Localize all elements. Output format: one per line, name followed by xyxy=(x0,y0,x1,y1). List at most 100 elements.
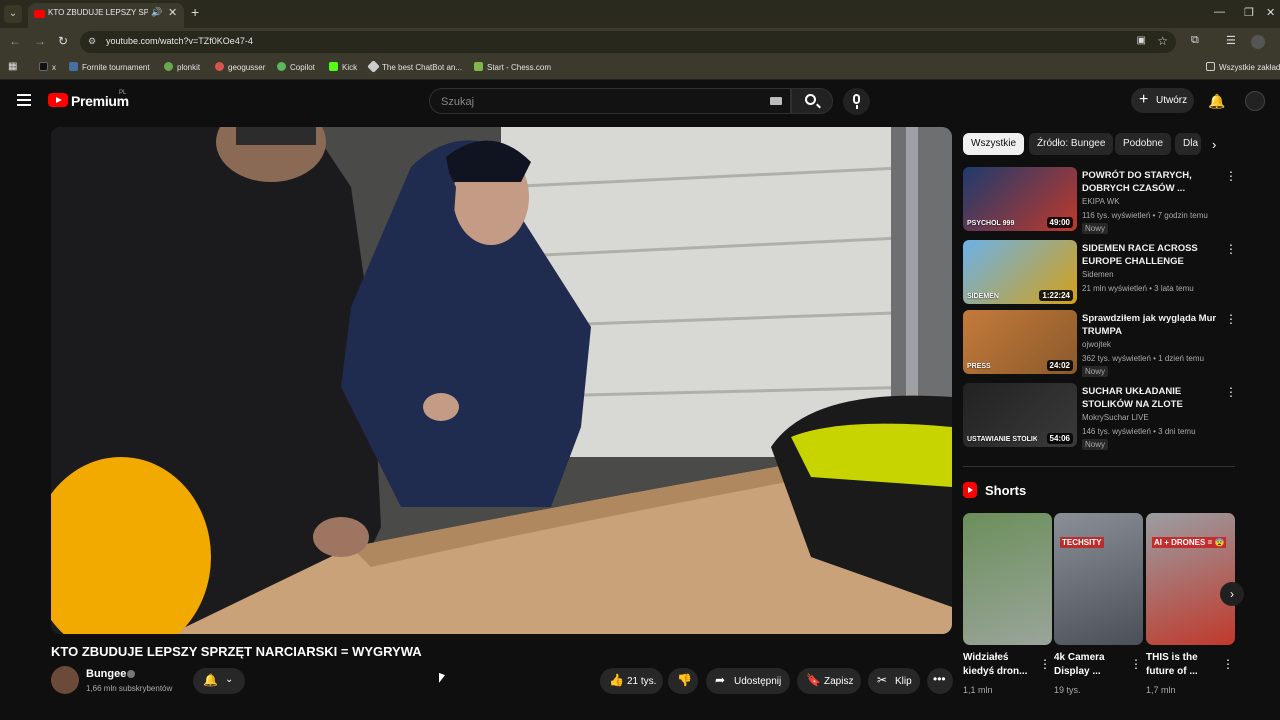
recommendation-title[interactable]: SUCHAR UKŁADANIE STOLIKÓW NA ZLOTE ANTOS… xyxy=(1082,385,1222,411)
recommendation-item[interactable]: USTAWIANIE STOLIKÓW NA ZLOTE AN 54:06 SUCH… xyxy=(963,383,1237,450)
forward-arrow-icon[interactable]: → xyxy=(34,34,46,48)
subscription-notifications-button[interactable]: 🔔 ⌄ xyxy=(193,668,245,694)
recommendation-channel[interactable]: EKIPA WK xyxy=(1082,197,1120,206)
user-avatar[interactable] xyxy=(1245,91,1265,111)
video-duration: 1:22:24 xyxy=(1039,290,1073,301)
profile-avatar-icon[interactable] xyxy=(1251,35,1265,49)
short-title[interactable]: 4k Camera Display ... xyxy=(1054,651,1128,679)
bookmark-plonkit[interactable]: plonkit xyxy=(164,62,200,72)
short-thumbnail[interactable]: TECHSITY xyxy=(1054,513,1143,645)
bookmark-chatbot[interactable]: The best ChatBot an... xyxy=(367,60,463,73)
recommendation-channel[interactable]: Sidemen xyxy=(1082,270,1114,279)
short-title[interactable]: THIS is the future of ... xyxy=(1146,651,1220,679)
youtube-header: Premium PL Szukaj + Utwórz 🔔 xyxy=(0,82,1280,120)
recommendation-item[interactable]: PRESS 24:02 Sprawdziłem jak wygląda Mur TR… xyxy=(963,310,1237,377)
chip-from-channel[interactable]: Źródło: Bungee xyxy=(1029,133,1114,155)
clip-button[interactable]: ✂ Klip xyxy=(868,668,920,694)
channel-name[interactable]: Bungee xyxy=(86,668,126,680)
bookmark-label: The best ChatBot an... xyxy=(382,63,463,72)
thumbs-up-icon: 👍 xyxy=(609,673,624,687)
folder-icon xyxy=(1206,62,1215,71)
channel-avatar[interactable] xyxy=(51,666,79,694)
tab-search-chevron-icon[interactable]: ⌄ xyxy=(4,5,22,23)
search-button[interactable] xyxy=(791,88,833,114)
bookmark-kick[interactable]: Kick xyxy=(329,62,357,72)
maximize-icon[interactable]: ❐ xyxy=(1244,6,1254,19)
notifications-bell-icon[interactable]: 🔔 xyxy=(1208,93,1225,110)
dislike-button[interactable]: 👎 xyxy=(668,668,698,694)
bookmark-geoguessr[interactable]: geogusser xyxy=(215,62,265,72)
bookmark-copilot[interactable]: Copilot xyxy=(277,62,315,72)
short-thumbnail[interactable] xyxy=(963,513,1052,645)
new-tab-plus-icon[interactable]: + xyxy=(191,4,199,20)
extensions-puzzle-icon[interactable]: ⧉ xyxy=(1191,34,1199,47)
install-app-icon[interactable]: ▣ xyxy=(1137,35,1146,46)
video-thumbnail[interactable]: PSYCHOL 999 49:00 xyxy=(963,167,1077,231)
save-button[interactable]: 🔖 Zapisz xyxy=(797,668,861,694)
recommendation-meta: 362 tys. wyświetleń • 1 dzień temu xyxy=(1082,354,1204,363)
more-vertical-icon[interactable]: ⋮ xyxy=(1039,657,1051,671)
video-thumbnail[interactable]: PRESS 24:02 xyxy=(963,310,1077,374)
voice-search-button[interactable] xyxy=(843,88,870,115)
video-duration: 54:06 xyxy=(1046,433,1073,444)
back-arrow-icon[interactable]: ← xyxy=(9,34,21,48)
address-bar[interactable]: ⚙ youtube.com/watch?v=TZf0KOe47-4 ▣ ☆ xyxy=(80,31,1176,53)
video-player[interactable] xyxy=(51,127,952,634)
recommendation-channel[interactable]: ojwojtek xyxy=(1082,340,1111,349)
chip-all[interactable]: Wszystkie xyxy=(963,133,1024,155)
scissors-icon: ✂ xyxy=(877,673,888,687)
bookmark-label: Copilot xyxy=(290,63,315,72)
chevron-right-icon[interactable]: › xyxy=(1212,137,1216,152)
video-thumbnail[interactable]: SIDEMEN 1:22:24 xyxy=(963,240,1077,304)
bookmark-fortnite[interactable]: Fornite tournament xyxy=(69,62,150,72)
more-vertical-icon[interactable]: ⋮ xyxy=(1130,657,1142,671)
site-settings-icon[interactable]: ⚙ xyxy=(88,36,96,47)
more-actions-button[interactable]: ••• xyxy=(927,668,953,694)
minimize-icon[interactable]: — xyxy=(1214,6,1225,18)
reload-icon[interactable]: ↻ xyxy=(58,34,68,48)
short-views: 19 tys. xyxy=(1054,685,1081,695)
shorts-heading: Shorts xyxy=(985,483,1027,498)
browser-tab-active[interactable]: KTO ZBUDUJE LEPSZY SPRZ 🔊 ✕ xyxy=(28,3,184,28)
short-thumbnail[interactable]: AI + DRONES = 😨 xyxy=(1146,513,1235,645)
url-text[interactable]: youtube.com/watch?v=TZf0KOe47-4 xyxy=(106,36,253,46)
tab-close-icon[interactable]: ✕ xyxy=(168,6,177,19)
video-thumbnail[interactable]: USTAWIANIE STOLIKÓW NA ZLOTE AN 54:06 xyxy=(963,383,1077,447)
share-button[interactable]: ➦ Udostępnij xyxy=(706,668,790,694)
shorts-next-chevron-icon[interactable]: › xyxy=(1220,582,1244,606)
apps-grid-icon[interactable]: ▦ xyxy=(8,61,17,72)
keyboard-icon[interactable] xyxy=(770,97,782,105)
recommendation-item[interactable]: PSYCHOL 999 49:00 POWRÓT DO STARYCH, DOBRY… xyxy=(963,167,1237,234)
chip-related[interactable]: Podobne xyxy=(1115,133,1172,155)
bookmark-icon: 🔖 xyxy=(806,673,821,687)
youtube-logo-icon[interactable] xyxy=(48,93,68,107)
like-button[interactable]: 👍 21 tys. xyxy=(600,668,663,694)
window-close-icon[interactable]: ✕ xyxy=(1266,6,1275,19)
chatbot-icon xyxy=(367,60,380,73)
like-count: 21 tys. xyxy=(627,676,657,687)
bookmark-label: Fornite tournament xyxy=(82,63,150,72)
more-vertical-icon[interactable]: ⋮ xyxy=(1225,385,1237,399)
create-button[interactable]: + Utwórz xyxy=(1131,88,1194,113)
recommendation-item[interactable]: SIDEMEN 1:22:24 SIDEMEN RACE ACROSS EUROPE… xyxy=(963,240,1237,304)
speaker-icon[interactable]: 🔊 xyxy=(151,7,162,18)
bookmark-star-icon[interactable]: ☆ xyxy=(1157,34,1168,48)
divider xyxy=(963,466,1235,467)
more-vertical-icon[interactable]: ⋮ xyxy=(1225,169,1237,183)
short-views: 1,1 mln xyxy=(963,685,993,695)
bookmark-chess[interactable]: Start - Chess.com xyxy=(474,62,551,72)
more-vertical-icon[interactable]: ⋮ xyxy=(1225,312,1237,326)
all-bookmarks-folder[interactable]: Wszystkie zakład xyxy=(1206,62,1280,72)
bookmark-x[interactable]: x xyxy=(39,62,56,72)
recommendation-title[interactable]: SIDEMEN RACE ACROSS EUROPE CHALLENGE xyxy=(1082,242,1222,268)
recommendation-channel[interactable]: MokrySuchar LIVE xyxy=(1082,413,1149,422)
reading-list-icon[interactable]: ☰ xyxy=(1226,34,1236,47)
search-input[interactable]: Szukaj xyxy=(429,88,791,114)
more-vertical-icon[interactable]: ⋮ xyxy=(1222,657,1234,671)
short-title[interactable]: Widziałeś kiedyś dron... xyxy=(963,651,1037,679)
chip-for-you[interactable]: Dla xyxy=(1175,133,1201,155)
hamburger-menu-icon[interactable] xyxy=(17,94,31,106)
more-vertical-icon[interactable]: ⋮ xyxy=(1225,242,1237,256)
recommendation-title[interactable]: POWRÓT DO STARYCH, DOBRYCH CZASÓW ... xyxy=(1082,169,1222,195)
recommendation-title[interactable]: Sprawdziłem jak wygląda Mur TRUMPA xyxy=(1082,312,1222,338)
